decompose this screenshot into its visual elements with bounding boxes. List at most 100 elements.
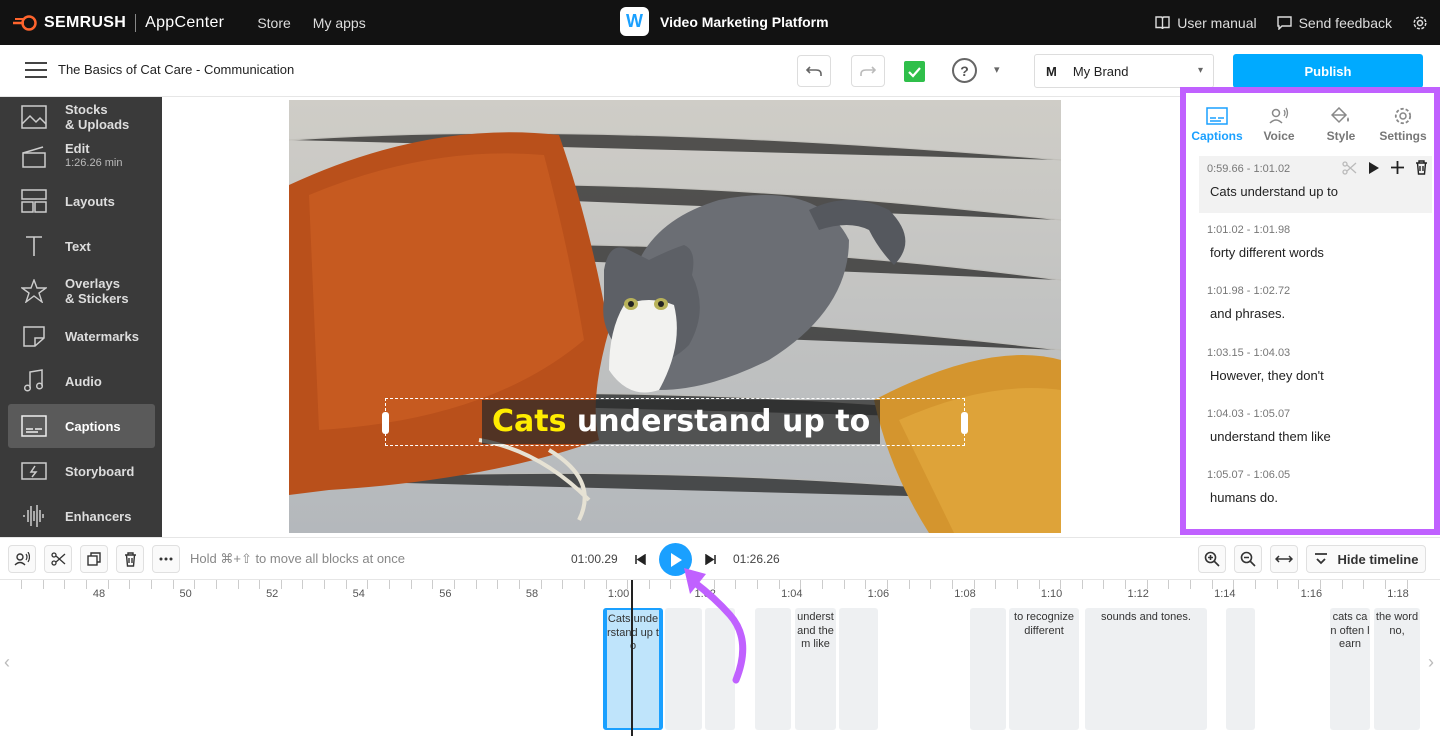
publish-button[interactable]: Publish xyxy=(1233,54,1423,88)
ruler-tick xyxy=(476,580,477,589)
caption-block[interactable]: Cats understand up to xyxy=(603,608,663,730)
caption-entry[interactable]: 1:04.03 - 1:05.07 understand them like xyxy=(1199,408,1432,444)
sidebar-item-captions[interactable]: Captions xyxy=(8,404,155,448)
nav-store[interactable]: Store xyxy=(257,15,290,31)
split-button[interactable] xyxy=(44,545,72,573)
nav-my-apps[interactable]: My apps xyxy=(313,15,366,31)
tab-label: Settings xyxy=(1379,129,1427,143)
caption-entry[interactable]: 1:01.02 - 1:01.98 forty different words xyxy=(1199,224,1432,260)
tab-style[interactable]: Style xyxy=(1310,93,1372,153)
caption-block[interactable] xyxy=(839,608,878,730)
caption-block-text: cats can often learn xyxy=(1330,611,1370,650)
sidebar-item-text[interactable]: Text xyxy=(8,224,155,268)
caption-highlight-word: Cats xyxy=(492,404,567,439)
brand-select[interactable]: M My Brand ▾ xyxy=(1034,54,1214,88)
captions-icon xyxy=(20,412,48,440)
skip-back-icon[interactable] xyxy=(635,554,646,565)
ruler-tick xyxy=(1082,580,1083,589)
caption-block[interactable]: to recognize different xyxy=(1009,608,1079,730)
ruler-label: 58 xyxy=(525,588,539,600)
caption-resize-handle-left[interactable] xyxy=(382,412,389,434)
caption-block[interactable]: the word no, xyxy=(1374,608,1420,730)
scissors-icon[interactable] xyxy=(1342,160,1357,175)
paint-bucket-icon xyxy=(1310,105,1372,127)
undo-button[interactable] xyxy=(797,55,831,87)
sidebar-item-audio[interactable]: Audio xyxy=(8,359,155,403)
caption-entry[interactable]: 1:05.07 - 1:06.05 humans do. xyxy=(1199,469,1432,505)
semrush-logo[interactable]: SEMRUSH AppCenter xyxy=(12,13,224,32)
semrush-flame-icon xyxy=(13,14,37,31)
ruler-tick xyxy=(1168,580,1169,589)
caption-text[interactable]: and phrases. xyxy=(1210,306,1432,321)
plus-icon[interactable] xyxy=(1390,160,1405,175)
zoom-out-button[interactable] xyxy=(1234,545,1262,573)
caption-text[interactable]: understand them like xyxy=(1210,429,1432,444)
ruler-label: 54 xyxy=(352,588,365,600)
hamburger-menu-icon[interactable] xyxy=(25,62,47,78)
help-icon[interactable]: ? xyxy=(952,58,977,83)
tab-voice[interactable]: Voice xyxy=(1248,93,1310,153)
delete-button[interactable] xyxy=(116,545,144,573)
sidebar-item-label: Captions xyxy=(65,418,121,434)
voice-over-button[interactable] xyxy=(8,545,36,573)
video-preview[interactable] xyxy=(289,100,1061,533)
caption-rest-text: understand up to xyxy=(566,404,871,439)
captions-panel: Captions Voice Style Settings 0:59.66 - … xyxy=(1180,87,1440,535)
video-frame-image xyxy=(289,100,1061,533)
scroll-right-icon[interactable]: › xyxy=(1428,652,1438,682)
tab-captions[interactable]: Captions xyxy=(1186,93,1248,153)
fit-timeline-button[interactable] xyxy=(1270,545,1298,573)
ruler-tick xyxy=(974,580,975,589)
ruler-label: 1:04 xyxy=(781,588,803,600)
caption-entry[interactable]: 1:01.98 - 1:02.72 and phrases. xyxy=(1199,285,1432,321)
tab-settings[interactable]: Settings xyxy=(1372,93,1434,153)
caption-text[interactable]: Cats understand up to xyxy=(1210,184,1432,199)
sidebar-item-layouts[interactable]: Layouts xyxy=(8,179,155,223)
caption-block[interactable]: cats can often learn xyxy=(1330,608,1370,730)
playhead[interactable] xyxy=(631,580,633,736)
ruler-tick xyxy=(909,580,910,589)
caption-text[interactable]: forty different words xyxy=(1210,245,1432,260)
trash-icon[interactable] xyxy=(1415,160,1428,175)
brand-select-value: My Brand xyxy=(1072,63,1129,79)
sidebar-item-label: Stocks xyxy=(65,102,108,117)
caption-text[interactable]: However, they don't xyxy=(1210,368,1432,383)
caption-resize-handle-right[interactable] xyxy=(961,412,968,434)
sidebar-item-stocks-uploads[interactable]: Stocks & Uploads xyxy=(8,97,155,139)
caption-block[interactable] xyxy=(1226,608,1255,730)
caption-entry[interactable]: 0:59.66 - 1:01.02 Cats understand up to xyxy=(1199,156,1432,213)
user-manual-link[interactable]: User manual xyxy=(1155,15,1257,31)
ruler-tick xyxy=(1407,580,1408,589)
more-button[interactable] xyxy=(152,545,180,573)
caption-block-text: the word no, xyxy=(1375,611,1419,637)
help-chevron-down-icon[interactable]: ▾ xyxy=(994,63,1000,76)
caption-overlay-text[interactable]: Cats understand up to xyxy=(482,400,881,444)
ruler-tick xyxy=(151,580,152,589)
caption-time: 1:01.02 - 1:01.98 xyxy=(1207,224,1291,236)
sidebar-item-edit[interactable]: Edit 1:26.26 min xyxy=(8,134,155,178)
sidebar-item-overlays-stickers[interactable]: Overlays & Stickers xyxy=(8,269,155,313)
caption-block[interactable]: understand them like xyxy=(795,608,836,730)
sidebar: Stocks & Uploads Edit 1:26.26 min Layouts … xyxy=(0,97,162,537)
caption-entry[interactable]: 1:03.15 - 1:04.03 However, they don't xyxy=(1199,347,1432,383)
sidebar-item-storyboard[interactable]: Storyboard xyxy=(8,449,155,493)
ruler-tick xyxy=(779,580,780,589)
caption-text[interactable]: humans do. xyxy=(1210,490,1432,505)
tab-label: Voice xyxy=(1263,129,1295,143)
sidebar-item-watermarks[interactable]: Watermarks xyxy=(8,314,155,358)
hide-timeline-button[interactable]: Hide timeline xyxy=(1306,545,1426,573)
gear-icon[interactable] xyxy=(1412,15,1428,31)
sidebar-item-enhancers[interactable]: Enhancers xyxy=(8,494,155,537)
project-title[interactable]: The Basics of Cat Care - Communication xyxy=(58,62,294,77)
caption-block[interactable]: sounds and tones. xyxy=(1085,608,1207,730)
redo-button[interactable] xyxy=(851,55,885,87)
duplicate-button[interactable] xyxy=(80,545,108,573)
scroll-left-icon[interactable]: ‹ xyxy=(4,652,14,682)
ruler-tick xyxy=(108,580,109,589)
play-icon[interactable] xyxy=(1367,161,1380,175)
caption-block[interactable] xyxy=(970,608,1006,730)
zoom-in-button[interactable] xyxy=(1198,545,1226,573)
caption-block[interactable] xyxy=(755,608,791,730)
copy-icon xyxy=(87,552,101,566)
send-feedback-link[interactable]: Send feedback xyxy=(1276,15,1392,31)
